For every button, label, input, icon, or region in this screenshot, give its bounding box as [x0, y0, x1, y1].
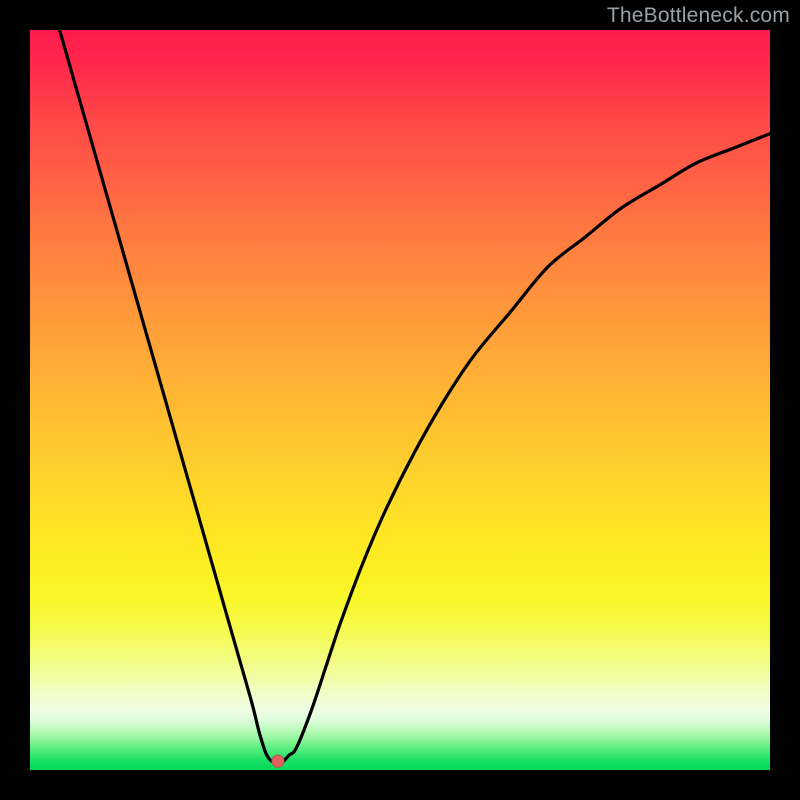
curve-layer	[30, 30, 770, 770]
bottleneck-curve-path	[60, 30, 770, 764]
chart-frame: TheBottleneck.com	[0, 0, 800, 800]
watermark-text: TheBottleneck.com	[607, 4, 790, 28]
plot-area	[30, 30, 770, 770]
optimum-marker	[272, 755, 284, 767]
